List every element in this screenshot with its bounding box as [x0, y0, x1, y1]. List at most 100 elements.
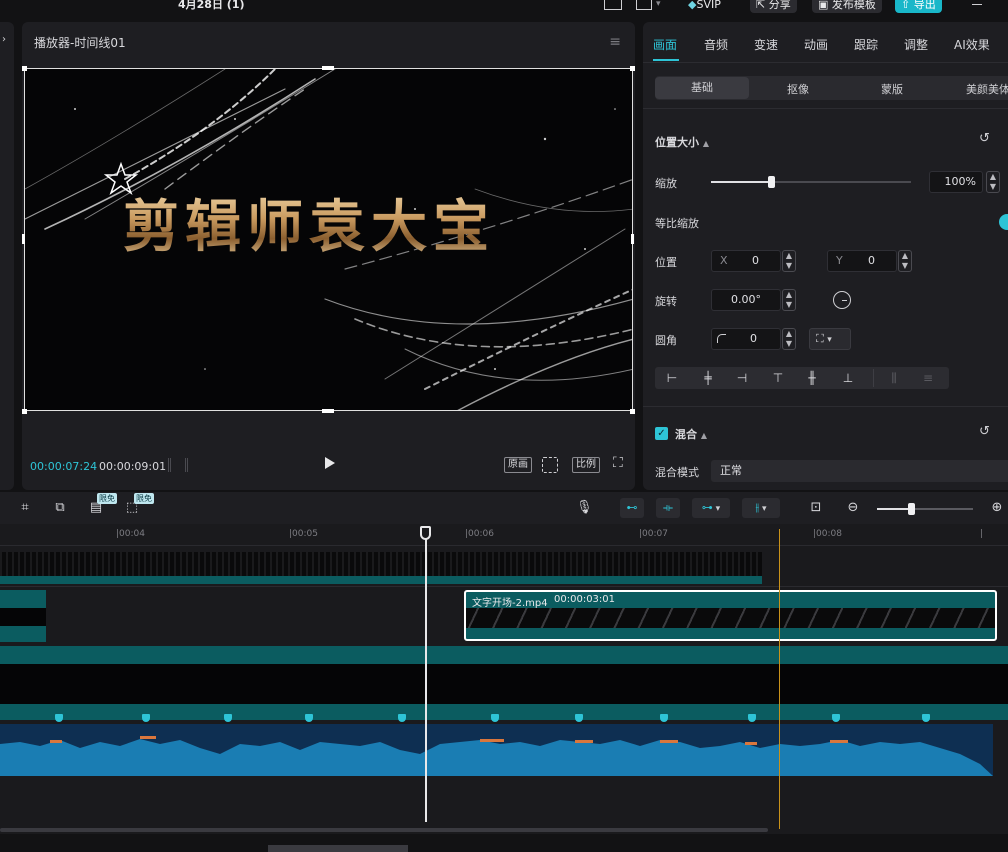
rotation-input[interactable]: 0.00° [711, 289, 781, 311]
beat-marker[interactable] [55, 714, 63, 722]
timeline-clip-selected[interactable]: 文字开场-2.mp4 00:00:03:01 [464, 590, 997, 641]
position-x-input[interactable]: X0 [711, 250, 781, 272]
chevron-down-icon[interactable]: ▾ [656, 0, 661, 9]
cursor-marker-line [779, 529, 780, 829]
subtab-mask[interactable]: 蒙版 [881, 81, 903, 97]
export-button[interactable]: ⇧ 导出 [895, 0, 942, 13]
corner-stepper[interactable]: ▲ ▼ [782, 328, 796, 350]
zoom-in-icon[interactable]: ⊕ [989, 500, 1005, 516]
menu-icon[interactable]: ≡ [609, 34, 621, 50]
scale-stepper[interactable]: ▲ ▼ [986, 171, 1000, 193]
zoom-slider-handle[interactable] [908, 503, 915, 515]
align-center-h-icon[interactable]: ╪ [699, 370, 717, 386]
publish-template-button[interactable]: ▣ 发布模板 [812, 0, 882, 13]
auto-snap-button[interactable]: ⟛ [656, 498, 680, 518]
beat-marker[interactable] [305, 714, 313, 722]
tab-picture[interactable]: 画面 [653, 36, 677, 53]
rotation-dial-icon[interactable] [833, 291, 851, 309]
beat-marker[interactable] [922, 714, 930, 722]
audio-clip[interactable] [0, 724, 993, 776]
beat-marker[interactable] [142, 714, 150, 722]
clip-thumbnails [466, 608, 995, 628]
uniform-scale-toggle[interactable] [999, 214, 1008, 230]
beat-marker[interactable] [660, 714, 668, 722]
scale-slider-handle[interactable] [768, 176, 775, 188]
screen-capture-icon[interactable]: ⧉ [52, 500, 68, 516]
tab-tracking[interactable]: 跟踪 [854, 36, 878, 53]
share-button[interactable]: ⇱ 分享 [750, 0, 797, 13]
blend-title[interactable]: 混合 ▲ [675, 426, 707, 442]
crop-ratio-dropdown[interactable]: ⛶ ▾ [809, 328, 851, 350]
magnet-link-icon: ⊷ [626, 501, 638, 514]
screen-icon[interactable] [636, 0, 652, 10]
minimize-icon[interactable] [972, 4, 982, 5]
resize-handle[interactable] [22, 409, 27, 414]
reset-icon[interactable]: ↺ [979, 424, 990, 439]
linkage-button[interactable]: ⊶ ▾ [692, 498, 730, 518]
subtab-basic[interactable]: 基础 [655, 77, 749, 99]
timeline-clip[interactable] [0, 646, 1008, 720]
position-x-stepper[interactable]: ▲ ▼ [782, 250, 796, 272]
zoom-out-icon[interactable]: ⊖ [845, 500, 861, 516]
original-quality-button[interactable]: 原画 [504, 457, 532, 473]
resize-handle[interactable] [630, 66, 635, 71]
crop-icon[interactable]: ⌗ [17, 500, 33, 516]
beat-marker[interactable] [398, 714, 406, 722]
blend-checkbox[interactable]: ✓ [655, 427, 668, 440]
tab-ai-effects[interactable]: AI效果 [954, 36, 990, 53]
resize-handle[interactable] [322, 409, 334, 413]
play-icon[interactable] [325, 457, 335, 469]
timeline-clip[interactable] [0, 552, 762, 584]
bottom-scroll-thumb[interactable] [268, 845, 408, 852]
timeline-clip[interactable] [0, 590, 46, 642]
beat-marker[interactable] [575, 714, 583, 722]
position-y-stepper[interactable]: ▲ ▼ [898, 250, 912, 272]
blend-mode-select[interactable]: 正常 [711, 460, 1008, 482]
beat-marker[interactable] [224, 714, 232, 722]
align-left-icon[interactable]: ⊢ [663, 370, 681, 386]
align-bottom-icon[interactable]: ⊥ [839, 370, 857, 386]
main-track-magnet-button[interactable]: ⊷ [620, 498, 644, 518]
scale-input[interactable]: 100% [929, 171, 983, 193]
fullscreen-icon[interactable]: ⛶ [613, 455, 623, 471]
playhead-handle[interactable] [420, 526, 431, 540]
corner-input[interactable]: 0 [711, 328, 781, 350]
ratio-button[interactable]: 比例 [572, 457, 600, 473]
beat-marker[interactable] [832, 714, 840, 722]
align-right-icon[interactable]: ⊣ [733, 370, 751, 386]
layout-icon[interactable] [604, 0, 622, 10]
timeline-grid-icon[interactable] [168, 458, 188, 472]
align-top-icon[interactable]: ⊤ [769, 370, 787, 386]
rotation-stepper[interactable]: ▲ ▼ [782, 289, 796, 311]
reset-icon[interactable]: ↺ [979, 131, 990, 146]
microphone-icon[interactable]: 🎙︎ [576, 500, 593, 516]
expand-arrow-icon[interactable]: › [2, 34, 6, 45]
preview-axis-button[interactable]: ⫲ ▾ [742, 498, 780, 518]
resize-handle[interactable] [22, 234, 25, 244]
resize-handle[interactable] [630, 409, 635, 414]
zoom-slider-fill [877, 508, 911, 510]
ruler-tick: |00:04 [116, 529, 145, 539]
svip-button[interactable]: ◆SVIP [684, 0, 725, 13]
zoom-fit-icon[interactable]: ⊡ [808, 500, 824, 516]
fit-screen-icon[interactable] [542, 457, 558, 473]
playhead-line[interactable] [425, 534, 427, 822]
time-ruler[interactable]: |00:04 |00:05 |00:06 |00:07 |00:08 | [0, 524, 1008, 546]
position-y-input[interactable]: Y0 [827, 250, 897, 272]
subtab-beauty[interactable]: 美颜美体 [966, 81, 1008, 97]
timeline-scrollbar[interactable] [0, 828, 768, 832]
resize-handle[interactable] [22, 66, 27, 71]
tab-animation[interactable]: 动画 [804, 36, 828, 53]
tab-speed[interactable]: 变速 [754, 36, 778, 53]
position-size-title[interactable]: 位置大小 ▲ [655, 134, 709, 150]
beat-marker[interactable] [491, 714, 499, 722]
keyframe-markers [0, 714, 1008, 724]
beat-marker[interactable] [748, 714, 756, 722]
preview-canvas[interactable]: 剪辑师袁大宝 [24, 68, 633, 411]
tab-adjust[interactable]: 调整 [904, 36, 928, 53]
tab-audio[interactable]: 音频 [704, 36, 728, 53]
resize-handle[interactable] [322, 66, 334, 70]
subtab-cutout[interactable]: 抠像 [787, 81, 809, 97]
align-center-v-icon[interactable]: ╫ [803, 370, 821, 386]
resize-handle[interactable] [631, 234, 634, 244]
